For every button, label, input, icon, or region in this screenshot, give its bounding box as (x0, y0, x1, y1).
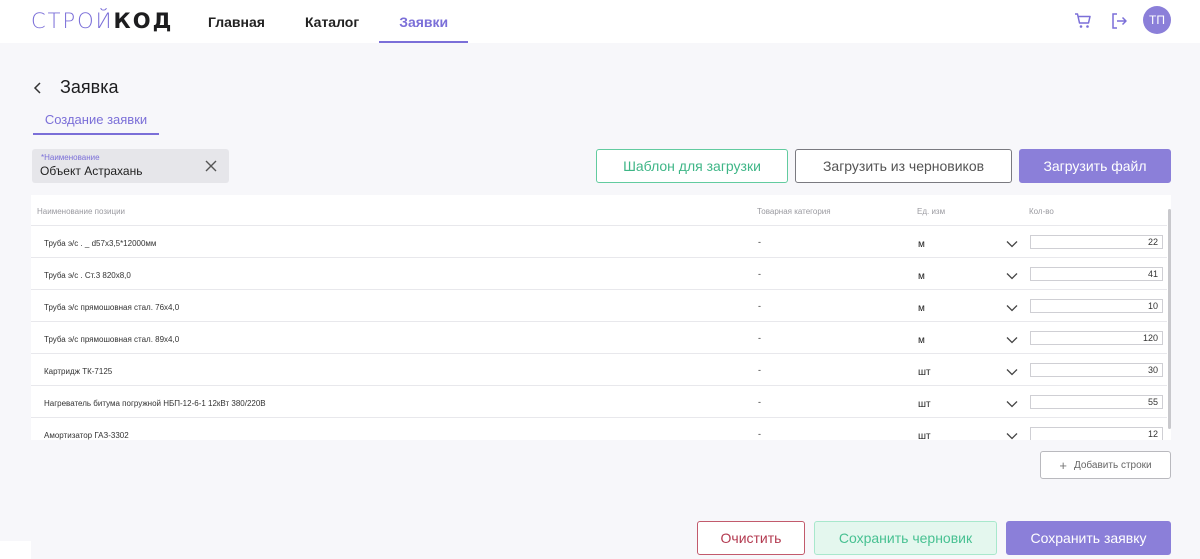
add-rows-button[interactable]: + Добавить строки (1040, 451, 1171, 479)
upload-file-button[interactable]: Загрузить файл (1019, 149, 1171, 183)
user-avatar[interactable]: ТП (1143, 6, 1171, 34)
cell-name: Картридж ТК-7125 (44, 367, 113, 376)
name-field-label: *Наименование (41, 153, 100, 162)
cell-name: Труба э/с . Ст.3 820x8,0 (44, 271, 131, 280)
top-header: СТРОЙ КОД Главная Каталог Заявки ТП (0, 0, 1200, 43)
chevron-down-icon[interactable] (1006, 272, 1018, 280)
column-header-category: Товарная категория (757, 207, 831, 216)
cell-unit[interactable]: шт (918, 367, 931, 378)
back-chevron-icon[interactable] (30, 80, 46, 96)
table-row: Труба э/с прямошовная стал. 89x4,0 - м (31, 321, 1167, 353)
items-table: Наименование позиции Товарная категория … (31, 195, 1171, 440)
cell-unit[interactable]: шт (918, 431, 931, 440)
cell-unit[interactable]: м (918, 239, 925, 250)
nav-item-requests[interactable]: Заявки (379, 0, 469, 43)
logo-part-2: КОД (113, 9, 174, 33)
table-row: Труба э/с прямошовная стал. 76x4,0 - м (31, 289, 1167, 321)
name-input[interactable] (40, 164, 200, 178)
qty-input[interactable] (1030, 363, 1163, 377)
column-header-unit: Ед. изм (917, 207, 946, 216)
cell-category: - (758, 365, 761, 375)
chevron-down-icon[interactable] (1006, 368, 1018, 376)
cell-category: - (758, 269, 761, 279)
cell-category: - (758, 301, 761, 311)
chevron-down-icon[interactable] (1006, 336, 1018, 344)
table-row: Нагреватель битума погружной НБП-12-6-1 … (31, 385, 1167, 417)
clear-button[interactable]: Очистить (697, 521, 805, 555)
template-download-button[interactable]: Шаблон для загрузки (596, 149, 788, 183)
qty-input[interactable] (1030, 427, 1163, 440)
cell-name: Амортизатор ГАЗ-3302 (44, 431, 129, 440)
load-from-drafts-button[interactable]: Загрузить из черновиков (795, 149, 1012, 183)
logo-part-1: СТРОЙ (31, 9, 114, 33)
main-nav: Главная Каталог Заявки (188, 0, 469, 43)
logo[interactable]: СТРОЙ КОД (31, 9, 173, 33)
cell-unit[interactable]: м (918, 303, 925, 314)
plus-icon: + (1059, 457, 1067, 473)
chevron-down-icon[interactable] (1006, 432, 1018, 440)
save-request-button[interactable]: Сохранить заявку (1006, 521, 1171, 555)
cart-icon[interactable] (1073, 11, 1093, 31)
nav-item-catalog[interactable]: Каталог (285, 0, 379, 43)
qty-input[interactable] (1030, 267, 1163, 281)
close-icon[interactable] (205, 160, 217, 172)
qty-input[interactable] (1030, 395, 1163, 409)
qty-input[interactable] (1030, 235, 1163, 249)
name-field: *Наименование (32, 149, 229, 183)
cell-category: - (758, 333, 761, 343)
column-header-qty: Кол-во (1029, 207, 1054, 216)
cell-name: Труба э/с . _ d57x3,5*12000мм (44, 239, 157, 248)
table-scrollbar[interactable] (1168, 209, 1171, 429)
cell-unit[interactable]: м (918, 335, 925, 346)
cell-category: - (758, 429, 761, 439)
qty-input[interactable] (1030, 299, 1163, 313)
chevron-down-icon[interactable] (1006, 400, 1018, 408)
qty-input[interactable] (1030, 331, 1163, 345)
table-row: Амортизатор ГАЗ-3302 - шт (31, 417, 1167, 440)
tab-create-request[interactable]: Создание заявки (33, 112, 159, 135)
chevron-down-icon[interactable] (1006, 240, 1018, 248)
cell-unit[interactable]: м (918, 271, 925, 282)
cell-name: Труба э/с прямошовная стал. 89x4,0 (44, 335, 180, 344)
cell-name: Труба э/с прямошовная стал. 76x4,0 (44, 303, 180, 312)
page-corner (0, 541, 31, 559)
cell-category: - (758, 397, 761, 407)
table-row: Труба э/с . Ст.3 820x8,0 - м (31, 257, 1167, 289)
table-row: Труба э/с . _ d57x3,5*12000мм - м (31, 225, 1167, 257)
table-row: Картридж ТК-7125 - шт (31, 353, 1167, 385)
add-rows-label: Добавить строки (1073, 459, 1152, 471)
logout-icon[interactable] (1109, 11, 1129, 31)
chevron-down-icon[interactable] (1006, 304, 1018, 312)
cell-category: - (758, 237, 761, 247)
save-draft-button[interactable]: Сохранить черновик (814, 521, 997, 555)
column-header-name: Наименование позиции (37, 207, 126, 216)
cell-unit[interactable]: шт (918, 399, 931, 410)
cell-name: Нагреватель битума погружной НБП-12-6-1 … (44, 399, 266, 408)
nav-item-home[interactable]: Главная (188, 0, 285, 43)
page-title: Заявка (60, 77, 119, 97)
